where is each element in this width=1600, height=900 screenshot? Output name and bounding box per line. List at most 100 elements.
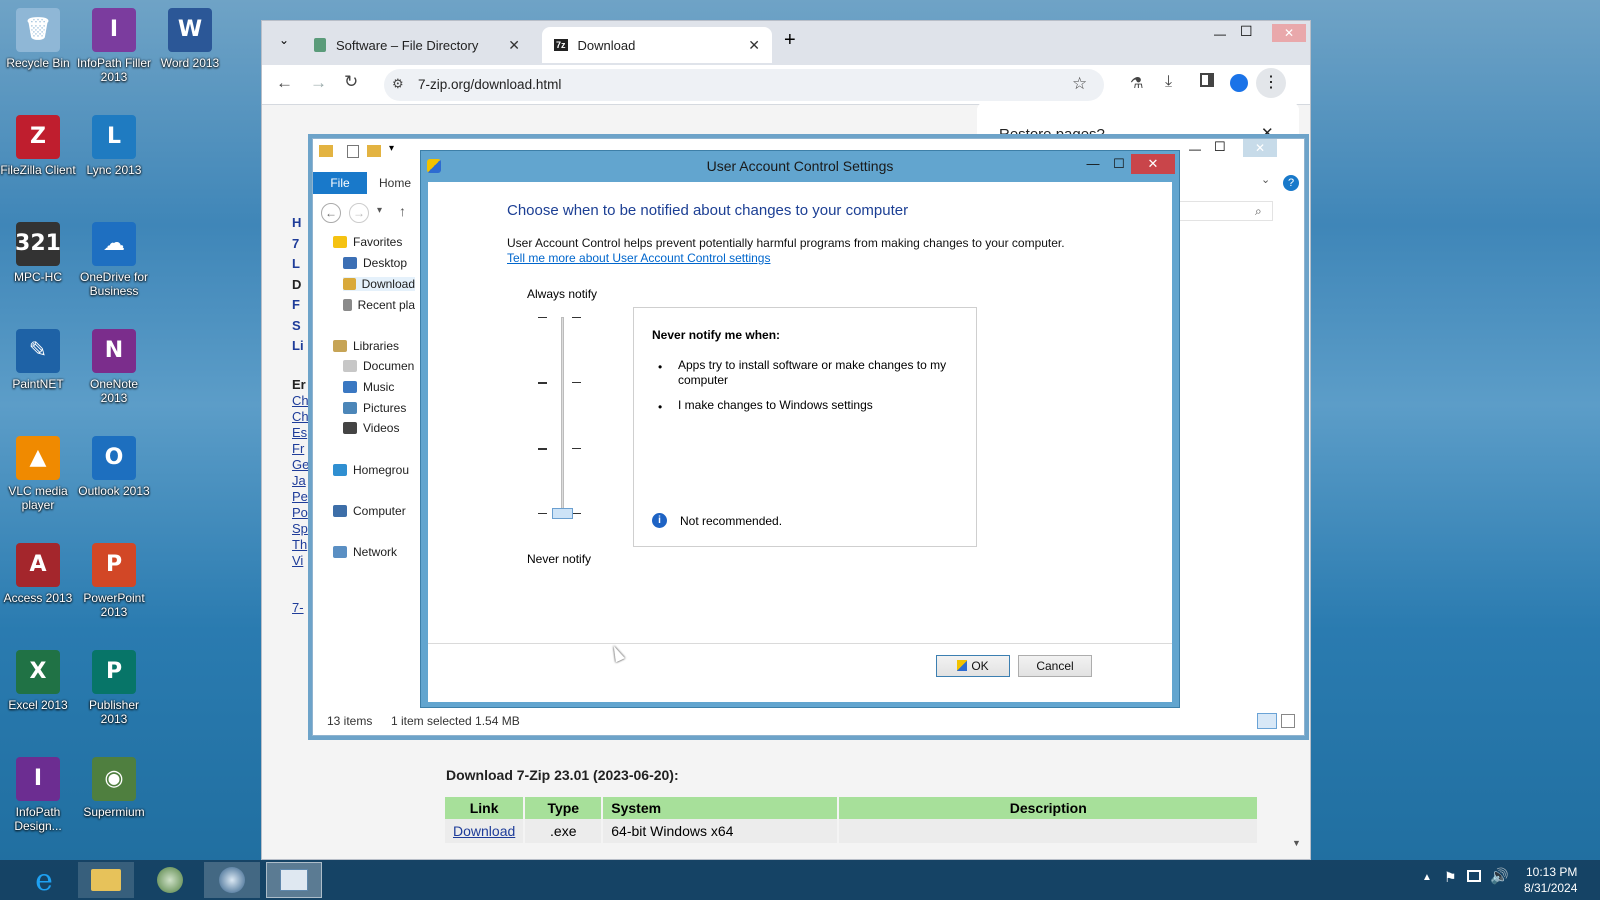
close-tab-icon[interactable]: ✕: [508, 37, 520, 54]
nav-item[interactable]: Recent pla: [343, 298, 415, 312]
language-link[interactable]: Er: [292, 377, 306, 392]
reload-icon[interactable]: ↻: [344, 72, 358, 92]
clock-time[interactable]: 10:13 PM: [1526, 865, 1577, 879]
desktop-icon[interactable]: ▲ VLC media player: [0, 436, 76, 512]
address-bar[interactable]: ⚙ 7-zip.org/download.html ☆: [384, 69, 1104, 101]
desktop-icon[interactable]: P PowerPoint 2013: [76, 543, 152, 619]
language-link[interactable]: Pe: [292, 489, 308, 504]
action-center-flag-icon[interactable]: ⚑: [1444, 869, 1457, 886]
desktop-icon[interactable]: W Word 2013: [152, 8, 228, 70]
bookmark-star-icon[interactable]: ☆: [1072, 74, 1087, 94]
volume-icon[interactable]: 🔊: [1490, 867, 1509, 885]
profile-avatar-icon[interactable]: [1230, 74, 1248, 92]
ribbon-tab-home[interactable]: Home: [379, 176, 411, 190]
side-panel-icon[interactable]: [1200, 73, 1214, 87]
details-view-icon[interactable]: [1257, 713, 1277, 729]
language-link[interactable]: Fr: [292, 441, 304, 456]
properties-icon[interactable]: [347, 145, 359, 158]
clock-date[interactable]: 8/31/2024: [1524, 881, 1577, 895]
language-link[interactable]: Vi: [292, 553, 303, 568]
tab-list-button[interactable]: ⌄: [274, 33, 294, 53]
desktop-icon[interactable]: L Lync 2013: [76, 115, 152, 177]
dialog-maximize-button[interactable]: ☐: [1107, 154, 1131, 174]
desktop-icon[interactable]: 🗑 Recycle Bin: [0, 8, 76, 70]
maximize-button[interactable]: ☐: [1240, 23, 1253, 40]
page-nav-letter[interactable]: Li: [292, 338, 304, 353]
page-nav-letter[interactable]: D: [292, 277, 301, 292]
file-explorer-taskbar-icon[interactable]: [78, 862, 134, 898]
page-bottom-link[interactable]: 7-: [292, 600, 304, 615]
desktop-icon[interactable]: 321 MPC-HC: [0, 222, 76, 284]
desktop-icon[interactable]: ✎ PaintNET: [0, 329, 76, 391]
uac-settings-taskbar-icon[interactable]: [266, 862, 322, 898]
language-link[interactable]: Ch: [292, 393, 309, 408]
desktop-icon[interactable]: I InfoPath Filler 2013: [76, 8, 152, 84]
desktop-icon[interactable]: Z FileZilla Client: [0, 115, 76, 177]
minimize-button[interactable]: —: [1214, 27, 1226, 41]
ribbon-help-icon[interactable]: ?: [1283, 175, 1299, 191]
supermium-active-taskbar-icon[interactable]: [204, 862, 260, 898]
scroll-down-arrow-icon[interactable]: ▼: [1292, 838, 1301, 848]
ribbon-expand-chevron-icon[interactable]: ⌄: [1261, 173, 1270, 186]
up-arrow-icon[interactable]: ↑: [399, 203, 406, 219]
nav-item[interactable]: Favorites: [333, 235, 415, 249]
window-min[interactable]: —: [1189, 142, 1201, 156]
desktop-icon[interactable]: N OneNote 2013: [76, 329, 152, 405]
language-link[interactable]: Ge: [292, 457, 309, 472]
page-nav-letter[interactable]: 7: [292, 236, 299, 251]
menu-kebab-icon[interactable]: ⋮: [1256, 68, 1286, 98]
forward-arrow-icon[interactable]: →: [310, 73, 327, 93]
back-arrow-icon[interactable]: ←: [276, 73, 293, 93]
supermium-taskbar-icon[interactable]: [142, 862, 198, 898]
language-link[interactable]: Ja: [292, 473, 306, 488]
recent-chevron-icon[interactable]: ▾: [377, 205, 382, 216]
new-tab-button[interactable]: +: [784, 29, 796, 52]
page-nav-letter[interactable]: H: [292, 215, 301, 230]
nav-item[interactable]: Pictures: [343, 401, 415, 415]
page-nav-letter[interactable]: S: [292, 318, 301, 333]
desktop-icon[interactable]: P Publisher 2013: [76, 650, 152, 726]
network-icon[interactable]: [1467, 870, 1481, 882]
download-link[interactable]: Download: [445, 819, 526, 843]
tab-download[interactable]: 7z Download ✕: [542, 27, 772, 63]
close-window-button[interactable]: ✕: [1272, 24, 1306, 42]
nav-item[interactable]: Homegrou: [333, 463, 415, 477]
labs-flask-icon[interactable]: ⚗: [1130, 74, 1143, 92]
nav-back-icon[interactable]: ←: [321, 203, 341, 223]
nav-item[interactable]: Download: [343, 277, 415, 291]
window-close[interactable]: ✕: [1243, 139, 1277, 157]
dialog-close-button[interactable]: ✕: [1131, 154, 1175, 174]
show-hidden-icons-icon[interactable]: ▲: [1422, 872, 1432, 883]
desktop-icon[interactable]: X Excel 2013: [0, 650, 76, 712]
download-icon[interactable]: ⤓: [1165, 73, 1172, 91]
large-icons-view-icon[interactable]: [1281, 714, 1295, 728]
language-link[interactable]: Po: [292, 505, 308, 520]
nav-item[interactable]: Desktop: [343, 256, 415, 270]
tab-software-file-directory[interactable]: Software – File Directory ✕: [302, 27, 532, 63]
chevron-down-icon[interactable]: ▾: [389, 143, 394, 154]
desktop-icon[interactable]: I InfoPath Design...: [0, 757, 76, 833]
language-link[interactable]: Th: [292, 537, 307, 552]
desktop-icon[interactable]: O Outlook 2013: [76, 436, 152, 498]
desktop-icon[interactable]: ◉ Supermium: [76, 757, 152, 819]
ok-button[interactable]: OK: [936, 655, 1010, 677]
language-link[interactable]: Es: [292, 425, 307, 440]
window-max[interactable]: ☐: [1214, 139, 1226, 155]
nav-item[interactable]: Libraries: [333, 339, 415, 353]
page-nav-letter[interactable]: L: [292, 256, 300, 271]
ribbon-tab-file[interactable]: File: [313, 172, 367, 194]
nav-item[interactable]: Network: [333, 545, 415, 559]
notification-level-slider[interactable]: [528, 317, 598, 519]
internet-explorer-icon[interactable]: e: [16, 862, 72, 898]
language-link[interactable]: Ch: [292, 409, 309, 424]
nav-item[interactable]: Videos: [343, 421, 415, 435]
nav-item[interactable]: Documen: [343, 359, 415, 373]
close-tab-icon[interactable]: ✕: [748, 37, 760, 54]
cancel-button[interactable]: Cancel: [1018, 655, 1092, 677]
site-info-icon[interactable]: ⚙: [392, 76, 404, 92]
nav-item[interactable]: Music: [343, 380, 415, 394]
desktop-icon[interactable]: A Access 2013: [0, 543, 76, 605]
slider-thumb[interactable]: [552, 508, 573, 519]
learn-more-link[interactable]: Tell me more about User Account Control …: [507, 251, 770, 265]
nav-forward-icon[interactable]: →: [349, 203, 369, 223]
